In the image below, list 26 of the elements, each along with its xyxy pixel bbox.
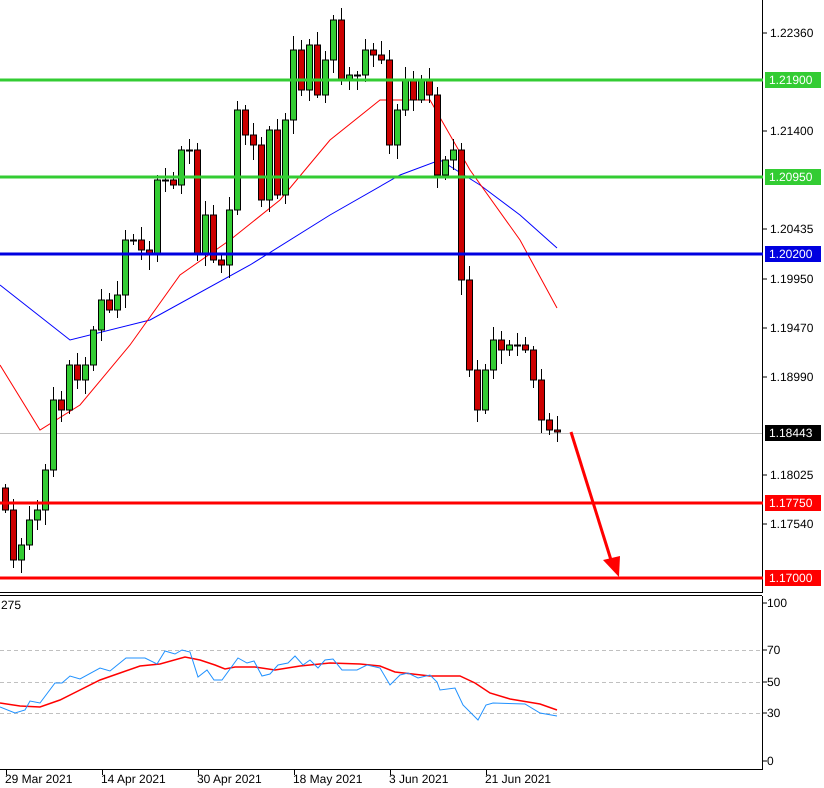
price-axis-label: 1.18990 — [770, 370, 814, 384]
price-axis-label: 1.22360 — [770, 26, 814, 40]
price-axis-label: 1.19950 — [770, 272, 814, 286]
date-axis-label: 3 Jun 2021 — [389, 772, 448, 786]
price-axis-label: 1.19470 — [770, 321, 814, 335]
price-tag: 1.20950 — [765, 169, 821, 185]
date-axis-label: 18 May 2021 — [293, 772, 362, 786]
oscillator-axis-label: 50 — [767, 675, 780, 689]
price-tag: 1.17000 — [765, 570, 821, 586]
oscillator-axis-label: 70 — [767, 643, 780, 657]
price-axis-label: 1.21400 — [770, 124, 814, 138]
price-tag: 1.20200 — [765, 246, 821, 262]
price-axis-label: 1.17540 — [770, 517, 814, 531]
oscillator-axis-label: 0 — [767, 754, 774, 768]
price-axis-label: 1.18025 — [770, 468, 814, 482]
oscillator-axis-label: 100 — [767, 596, 788, 610]
date-axis-label: 29 Mar 2021 — [5, 772, 72, 786]
price-tag: 1.17750 — [765, 495, 821, 511]
date-axis-label: 30 Apr 2021 — [197, 772, 262, 786]
date-axis-label: 21 Jun 2021 — [485, 772, 552, 786]
price-axis-label: 1.20435 — [770, 222, 814, 236]
oscillator-axis-label: 30 — [767, 706, 780, 720]
price-tag: 1.21900 — [765, 72, 821, 88]
date-axis-label: 14 Apr 2021 — [101, 772, 166, 786]
price-tag: 1.18443 — [765, 425, 821, 441]
indicator-label: 275 — [1, 598, 22, 612]
